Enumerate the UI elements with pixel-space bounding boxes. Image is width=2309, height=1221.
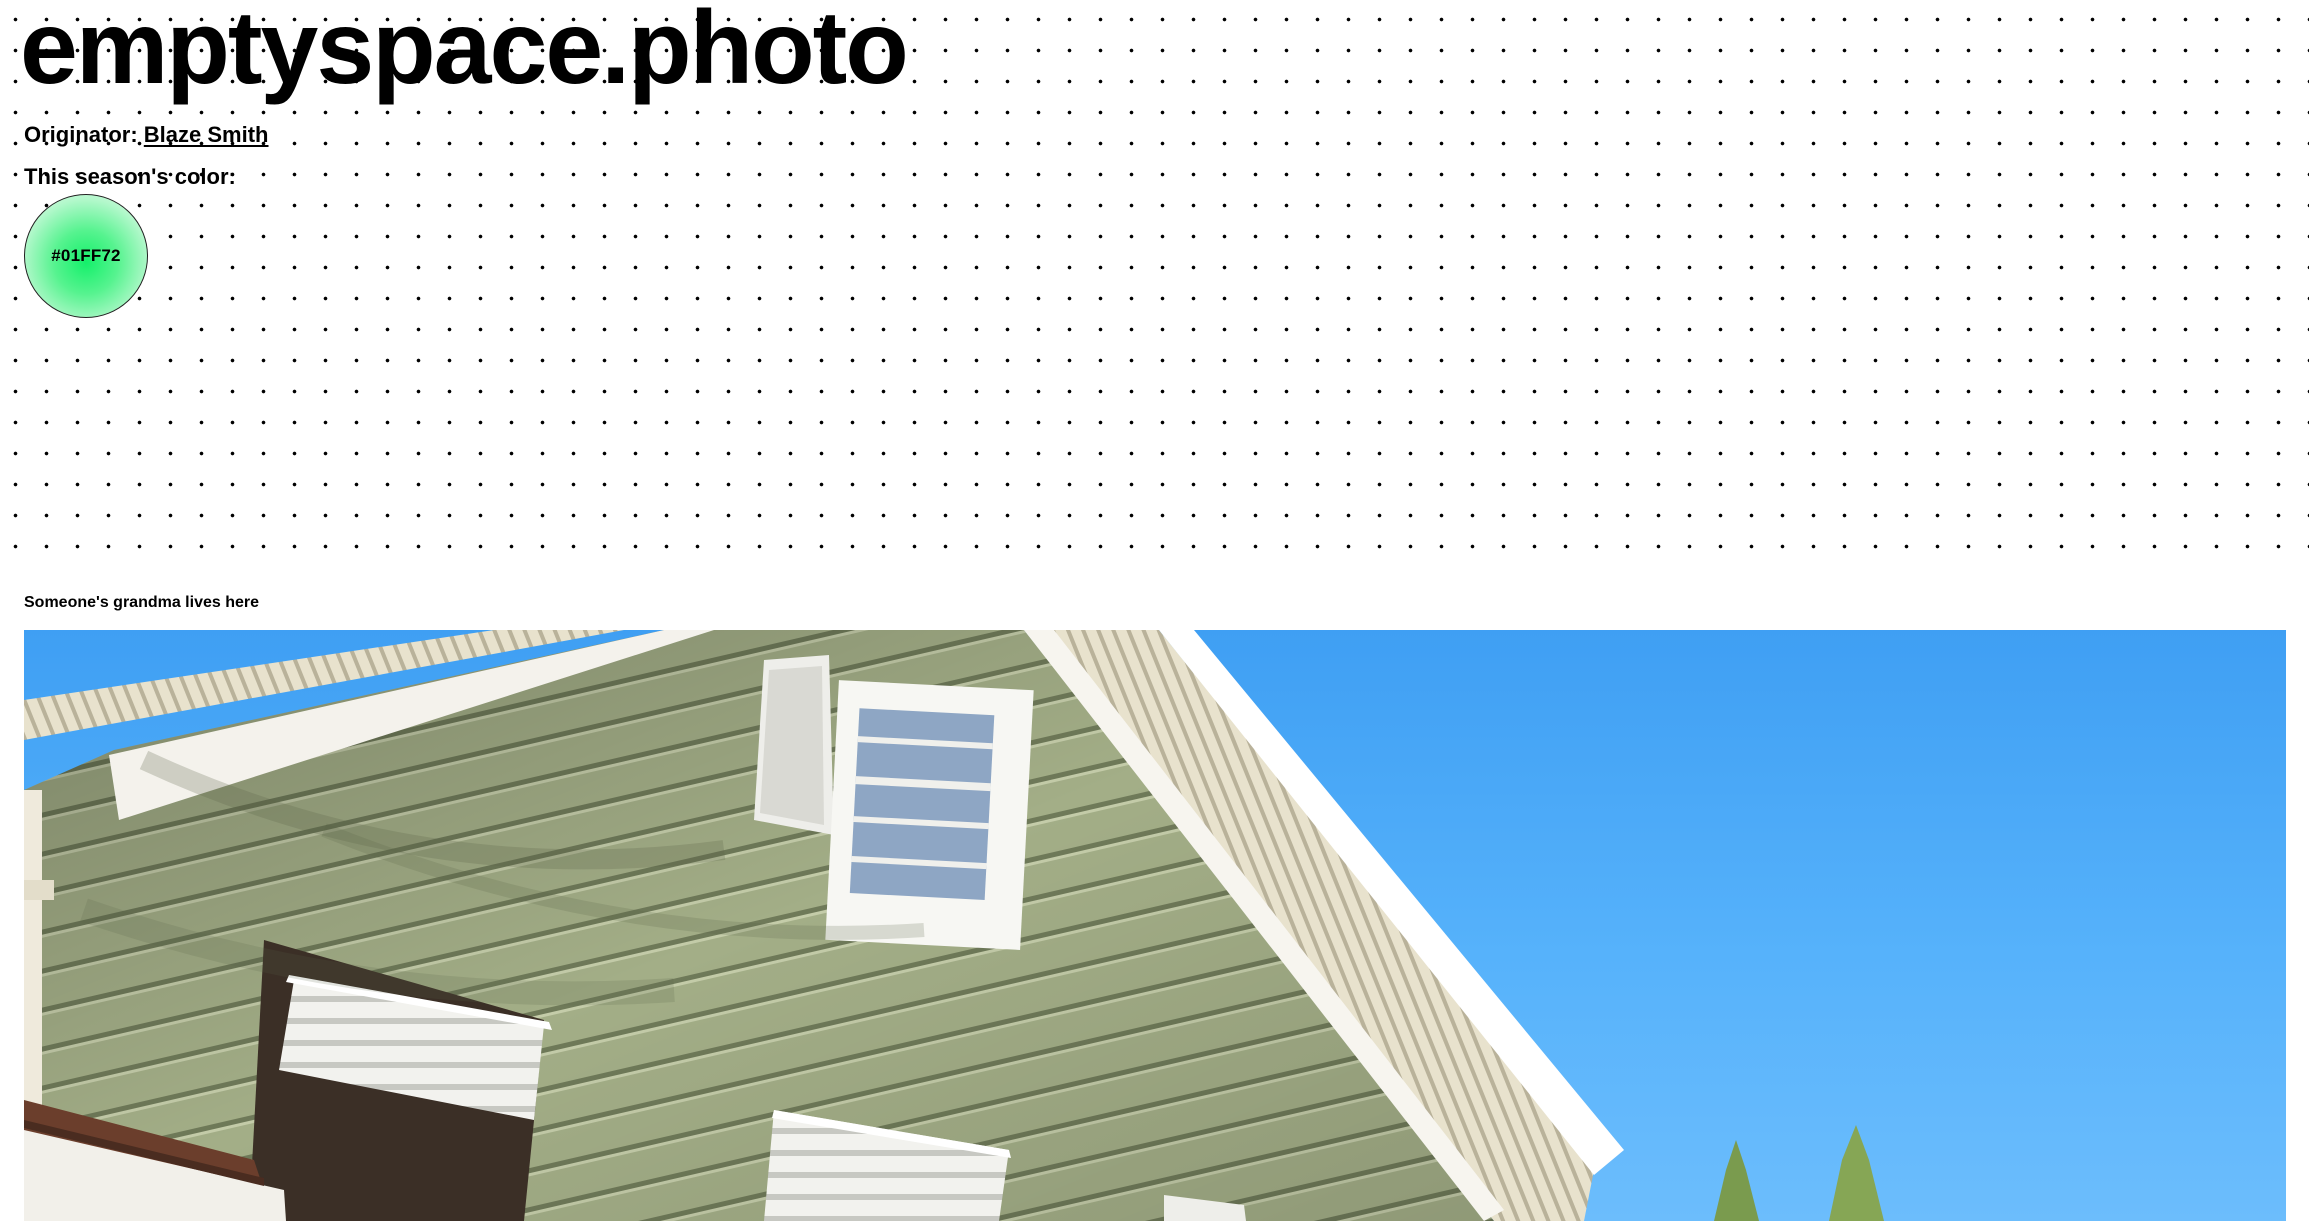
originator-label: Originator:	[24, 122, 138, 147]
photo-caption: Someone's grandma lives here	[24, 594, 260, 611]
site-title[interactable]: emptyspace.photo	[20, 0, 909, 100]
season-color-swatch: #01FF72	[24, 194, 148, 318]
season-color-label: This season's color:	[24, 164, 236, 189]
house-photo-illustration	[24, 630, 1884, 1221]
page: emptyspace.photo Originator: Blaze Smith…	[0, 0, 2309, 1221]
originator-line: Originator: Blaze Smith	[24, 122, 269, 148]
season-color-hex: #01FF72	[51, 246, 121, 265]
house-photo[interactable]	[24, 630, 2286, 1221]
originator-link[interactable]: Blaze Smith	[144, 122, 269, 147]
